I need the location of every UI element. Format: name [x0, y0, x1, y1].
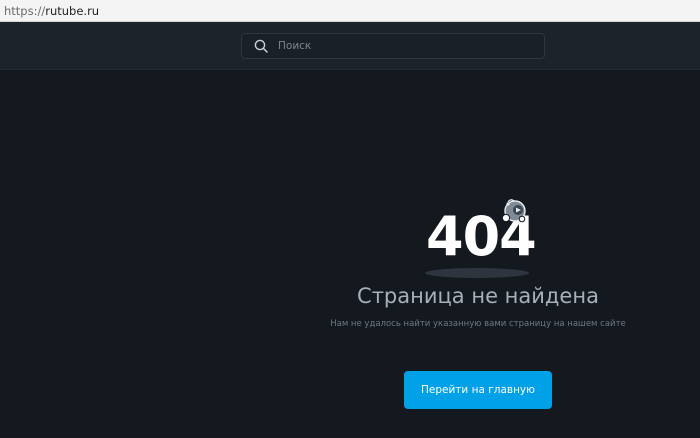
error-illustration: 404: [330, 195, 626, 285]
url-host: rutube.ru: [45, 3, 100, 18]
error-title: Страница не найдена: [357, 284, 599, 308]
search-box[interactable]: [241, 33, 545, 59]
error-subtitle: Нам не удалось найти указанную вами стра…: [330, 319, 626, 329]
shadow-ellipse: [425, 268, 529, 278]
mascot-icon: [501, 199, 526, 223]
search-icon[interactable]: [254, 39, 268, 53]
browser-address-bar[interactable]: https://rutube.ru: [0, 0, 700, 22]
url-scheme: https://: [4, 3, 46, 18]
site-header: [0, 22, 700, 70]
search-input[interactable]: [276, 35, 520, 57]
go-home-button[interactable]: Перейти на главную: [404, 371, 552, 409]
